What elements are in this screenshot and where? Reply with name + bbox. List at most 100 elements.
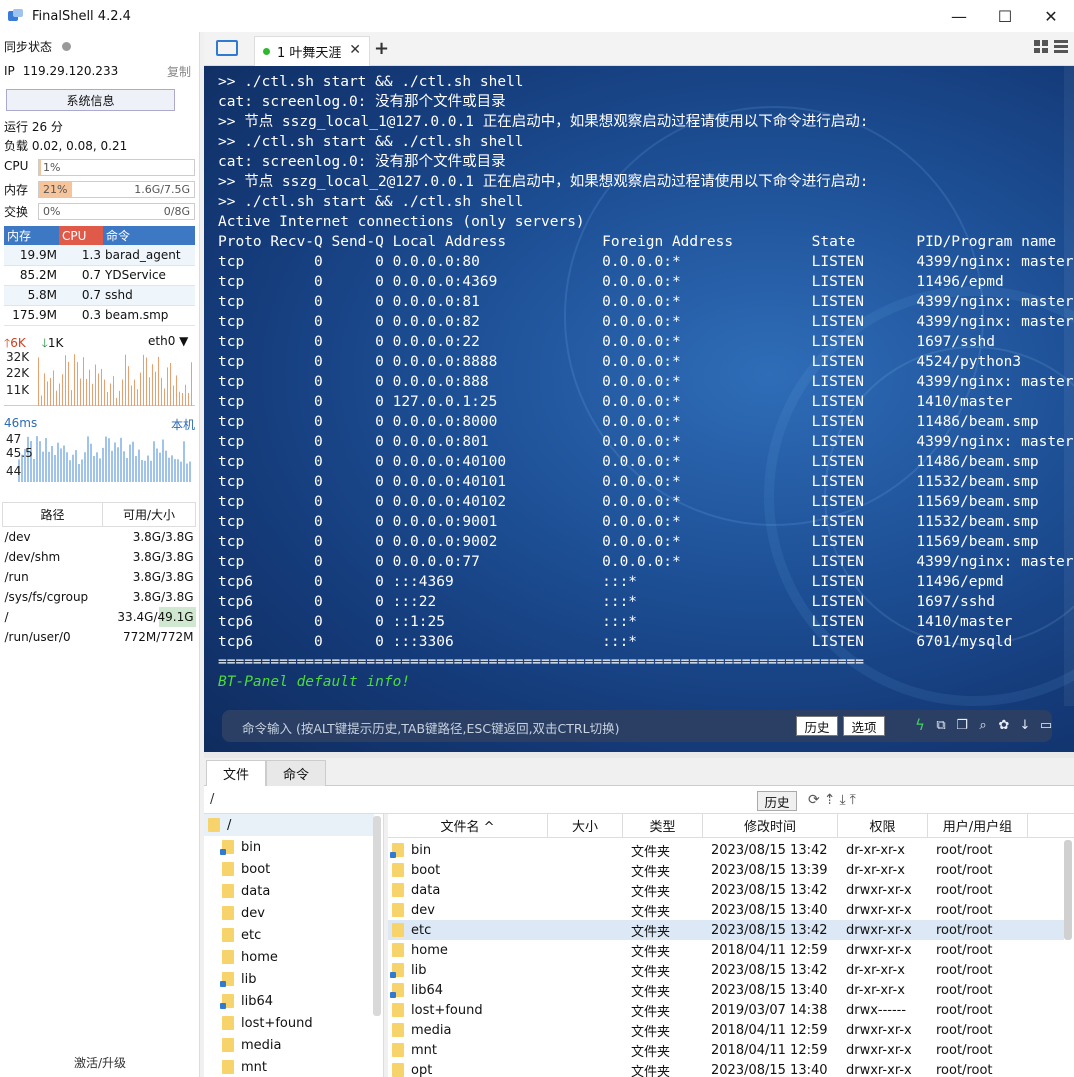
tree-item[interactable]: lib64	[220, 990, 273, 1012]
tree-item[interactable]: home	[222, 946, 278, 968]
file-mtime: 2023/08/15 13:42	[711, 962, 828, 978]
table-row[interactable]: /dev/shm 3.8G/3.8G	[3, 547, 196, 567]
app-logo-icon	[8, 9, 24, 23]
paste-icon[interactable]: ❐	[954, 717, 970, 733]
folder-icon	[392, 943, 404, 957]
table-row[interactable]: 85.2M 0.7 YDService	[4, 265, 195, 286]
tree-item[interactable]: etc	[222, 924, 261, 946]
tree-item[interactable]: lost+found	[222, 1012, 313, 1034]
download-icon[interactable]: ↓	[1017, 717, 1033, 733]
lightning-icon[interactable]: ϟ	[912, 716, 928, 734]
terminal-scrollbar[interactable]	[1064, 66, 1074, 706]
proc-header-mem[interactable]: 内存	[4, 226, 59, 245]
table-row[interactable]: /sys/fs/cgroup 3.8G/3.8G	[3, 587, 196, 607]
folder-icon	[222, 906, 234, 920]
table-row[interactable]: boot 文件夹 2023/08/15 13:39 dr-xr-xr-x root/ro…	[388, 860, 1064, 880]
file-mtime: 2019/03/07 14:38	[711, 1002, 828, 1018]
file-name: etc	[411, 922, 432, 938]
tab-commands[interactable]: 命令	[266, 760, 326, 786]
ping-bar	[84, 452, 86, 482]
download-file-icon[interactable]: ⤓	[839, 792, 845, 808]
add-tab-icon[interactable]: +	[374, 38, 389, 59]
table-row[interactable]: 5.8M 0.7 sshd	[4, 285, 195, 306]
tree-item[interactable]: data	[222, 880, 270, 902]
table-row[interactable]: home 文件夹 2018/04/11 12:59 drwxr-xr-x root/ro…	[388, 940, 1064, 960]
history-button[interactable]: 历史	[796, 716, 838, 736]
table-row[interactable]: / 33.4G/49.1G	[3, 606, 196, 627]
tab-files[interactable]: 文件	[206, 760, 266, 786]
tree-item[interactable]: media	[222, 1034, 282, 1056]
table-row[interactable]: /run/user/0 772M/772M	[3, 627, 196, 647]
table-row[interactable]: etc 文件夹 2023/08/15 13:42 drwxr-xr-x root/roo…	[388, 920, 1064, 940]
col-size[interactable]: 大小	[548, 814, 623, 837]
table-row[interactable]: media 文件夹 2018/04/11 12:59 drwxr-xr-x root/r…	[388, 1020, 1064, 1040]
table-row[interactable]: bin 文件夹 2023/08/15 13:42 dr-xr-xr-x root/roo…	[388, 840, 1064, 860]
window-icon[interactable]: ▭	[1038, 717, 1054, 733]
tree-root[interactable]: /	[204, 814, 374, 836]
gear-icon[interactable]: ✿	[996, 717, 1012, 733]
network-bar	[107, 392, 108, 406]
table-row[interactable]: lib64 文件夹 2023/08/15 13:40 dr-xr-xr-x root/r…	[388, 980, 1064, 1000]
disk-path: /dev	[4, 529, 31, 544]
tree-scrollbar[interactable]	[373, 816, 381, 1016]
minimize-button[interactable]: —	[936, 0, 982, 32]
table-row[interactable]: 175.9M 0.3 beam.smp	[4, 305, 195, 326]
tree-item[interactable]: lib	[220, 968, 256, 990]
file-list-scrollbar[interactable]	[1064, 840, 1072, 940]
close-button[interactable]: ✕	[1028, 0, 1074, 32]
tab-session-1[interactable]: 1 叶舞天涯 ✕	[254, 36, 370, 66]
path-history-button[interactable]: 历史	[757, 791, 797, 811]
terminal-line: tcp 0 0 0.0.0.0:9002 0.0.0.0:* LISTEN 11…	[218, 534, 1039, 550]
tree-item[interactable]: mnt	[222, 1056, 267, 1077]
terminal[interactable]: >> ./ctl.sh start && ./ctl.sh shell cat: …	[204, 66, 1074, 752]
parent-dir-icon[interactable]: ⇡	[824, 792, 836, 808]
grid-layout-icon[interactable]	[1034, 40, 1048, 53]
col-owner[interactable]: 用户/用户组	[928, 814, 1028, 837]
search-icon[interactable]: ⌕	[975, 717, 991, 733]
table-row[interactable]: mnt 文件夹 2018/04/11 12:59 drwxr-xr-x root/roo…	[388, 1040, 1064, 1060]
disk-header-path[interactable]: 路径	[2, 502, 103, 527]
proc-header-cmd[interactable]: 命令	[103, 226, 195, 245]
network-bar	[158, 356, 159, 406]
copy-ip-link[interactable]: 复制	[167, 63, 191, 80]
table-row[interactable]: lost+found 文件夹 2019/03/07 14:38 drwx------ r…	[388, 1000, 1064, 1020]
activate-upgrade-link[interactable]: 激活/升级	[0, 1054, 200, 1071]
tree-item[interactable]: boot	[222, 858, 270, 880]
folder-link-icon	[220, 994, 234, 1009]
file-perm: drwxr-xr-x	[846, 902, 912, 918]
table-row[interactable]: 19.9M 1.3 barad_agent	[4, 245, 195, 266]
maximize-button[interactable]: ☐	[982, 0, 1028, 32]
ping-bar	[102, 447, 104, 482]
table-row[interactable]: data 文件夹 2023/08/15 13:42 drwxr-xr-x root/ro…	[388, 880, 1064, 900]
path-input[interactable]: /	[210, 792, 214, 807]
close-tab-icon[interactable]: ✕	[349, 42, 361, 58]
options-button[interactable]: 选项	[843, 716, 885, 736]
col-type[interactable]: 类型	[623, 814, 703, 837]
upload-file-icon[interactable]: ⤒	[850, 792, 856, 808]
table-row[interactable]: /run 3.8G/3.8G	[3, 567, 196, 587]
system-info-button[interactable]: 系统信息	[6, 89, 175, 111]
ping-host[interactable]: 本机	[171, 416, 195, 433]
table-row[interactable]: lib 文件夹 2023/08/15 13:42 dr-xr-xr-x root/roo…	[388, 960, 1064, 980]
table-row[interactable]: /dev 3.8G/3.8G	[3, 527, 196, 547]
col-perm[interactable]: 权限	[838, 814, 928, 837]
network-bar	[137, 389, 138, 406]
network-bar	[140, 372, 141, 406]
table-row[interactable]: dev 文件夹 2023/08/15 13:40 drwxr-xr-x root/roo…	[388, 900, 1064, 920]
table-row[interactable]: opt 文件夹 2023/08/15 13:40 drwxr-xr-x root/roo…	[388, 1060, 1064, 1077]
copy-icon[interactable]: ⧉	[933, 717, 949, 733]
file-name: lost+found	[411, 1002, 483, 1018]
open-folder-icon[interactable]	[216, 40, 238, 56]
list-layout-icon[interactable]	[1054, 40, 1068, 53]
col-name[interactable]: 文件名 ^	[388, 814, 548, 837]
col-mtime[interactable]: 修改时间	[703, 814, 838, 837]
directory-tree: / bin boot data dev etc home lib lib64 lost+foun…	[204, 814, 384, 1077]
disk-header-size[interactable]: 可用/大小	[102, 502, 196, 527]
command-input-placeholder[interactable]: 命令输入 (按ALT键提示历史,TAB键路径,ESC键返回,双击CTRL切换)	[242, 718, 619, 737]
tree-item[interactable]: dev	[222, 902, 265, 924]
tree-item[interactable]: bin	[220, 836, 261, 858]
refresh-icon[interactable]: ⟳	[808, 792, 820, 808]
command-input-bar[interactable]: 命令输入 (按ALT键提示历史,TAB键路径,ESC键返回,双击CTRL切换) …	[222, 710, 1052, 742]
interface-select[interactable]: eth0 ▼	[148, 334, 188, 348]
proc-header-cpu[interactable]: CPU	[59, 226, 103, 245]
